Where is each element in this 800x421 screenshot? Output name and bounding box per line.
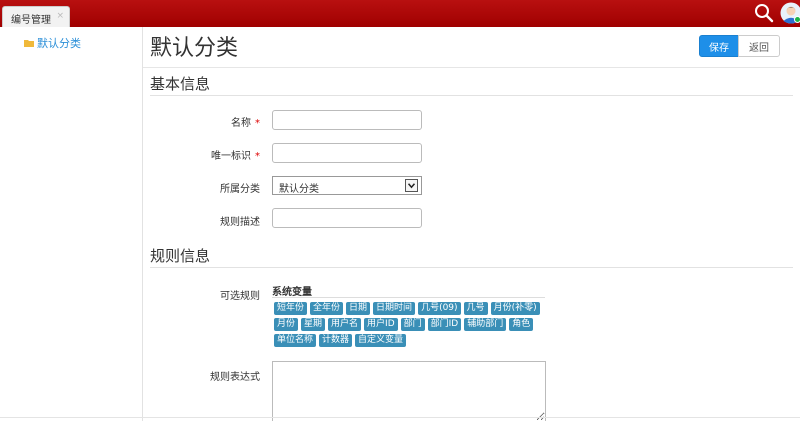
- save-button[interactable]: 保存: [699, 35, 739, 57]
- required-mark: *: [255, 118, 260, 129]
- title-divider: [143, 67, 800, 68]
- expression-label: 规则表达式: [210, 372, 260, 383]
- tab-label: 编号管理: [11, 15, 51, 26]
- category-label: 所属分类: [220, 184, 260, 195]
- chip-row: 单位名称 计数器 自定义变量: [274, 334, 407, 347]
- sidebar: 默认分类: [0, 27, 143, 421]
- tab-number-management[interactable]: 编号管理 ×: [2, 6, 70, 27]
- chip-day[interactable]: 几号: [463, 302, 488, 315]
- desc-label: 规则描述: [220, 217, 260, 228]
- category-select[interactable]: 默认分类: [272, 176, 422, 195]
- folder-icon: [24, 40, 34, 47]
- bottom-divider: [0, 417, 800, 418]
- tab-close-icon[interactable]: ×: [56, 11, 64, 21]
- back-button[interactable]: 返回: [738, 35, 780, 57]
- system-vars-title: 系统变量: [272, 287, 312, 298]
- chip-department-id[interactable]: 部门ID: [427, 318, 462, 331]
- chip-counter[interactable]: 计数器: [319, 334, 353, 347]
- section-title-rules: 规则信息: [150, 247, 211, 265]
- search-icon[interactable]: [754, 3, 774, 23]
- name-label: 名称 *: [231, 118, 260, 129]
- category-select-value: 默认分类: [279, 184, 319, 195]
- desc-field[interactable]: [272, 208, 422, 228]
- chip-aux-department[interactable]: 辅助部门: [464, 318, 507, 331]
- expression-textarea[interactable]: [272, 361, 546, 421]
- chip-datetime[interactable]: 日期时间: [373, 302, 416, 315]
- chip-full-year[interactable]: 全年份: [310, 302, 344, 315]
- section-title-basic: 基本信息: [150, 75, 211, 93]
- chip-month[interactable]: 月份: [274, 318, 299, 331]
- chip-short-year[interactable]: 短年份: [274, 302, 308, 315]
- page-title: 默认分类: [150, 36, 239, 61]
- chip-day-padded[interactable]: 几号(09): [418, 302, 461, 315]
- required-mark: *: [255, 151, 260, 162]
- chip-month-padded[interactable]: 月份(补零): [490, 302, 540, 315]
- user-avatar-icon[interactable]: [780, 2, 800, 24]
- chip-org-name[interactable]: 单位名称: [274, 334, 317, 347]
- chip-user-id[interactable]: 用户ID: [364, 318, 398, 331]
- chip-date[interactable]: 日期: [346, 302, 371, 315]
- section-divider: [150, 267, 793, 268]
- chip-role[interactable]: 角色: [509, 318, 534, 331]
- chip-custom-var[interactable]: 自定义变量: [355, 334, 407, 347]
- chip-row: 短年份 全年份 日期 日期时间 几号(09) 几号 月份(补零): [274, 302, 540, 315]
- available-rules-label: 可选规则: [220, 291, 260, 302]
- chip-department[interactable]: 部门: [400, 318, 425, 331]
- sidebar-item-label: 默认分类: [37, 37, 81, 50]
- chip-row: 月份 星期 用户名 用户ID 部门 部门ID 辅助部门 角色: [274, 318, 534, 331]
- sidebar-item-default-category[interactable]: 默认分类: [24, 35, 81, 51]
- chevron-down-icon: [405, 179, 418, 192]
- key-field[interactable]: [272, 143, 422, 163]
- key-label: 唯一标识 *: [211, 151, 260, 162]
- name-field[interactable]: [272, 110, 422, 130]
- chip-username[interactable]: 用户名: [328, 318, 362, 331]
- vars-divider: [272, 297, 545, 298]
- top-bar: 编号管理 ×: [0, 0, 800, 27]
- section-divider: [150, 95, 793, 96]
- chip-weekday[interactable]: 星期: [301, 318, 326, 331]
